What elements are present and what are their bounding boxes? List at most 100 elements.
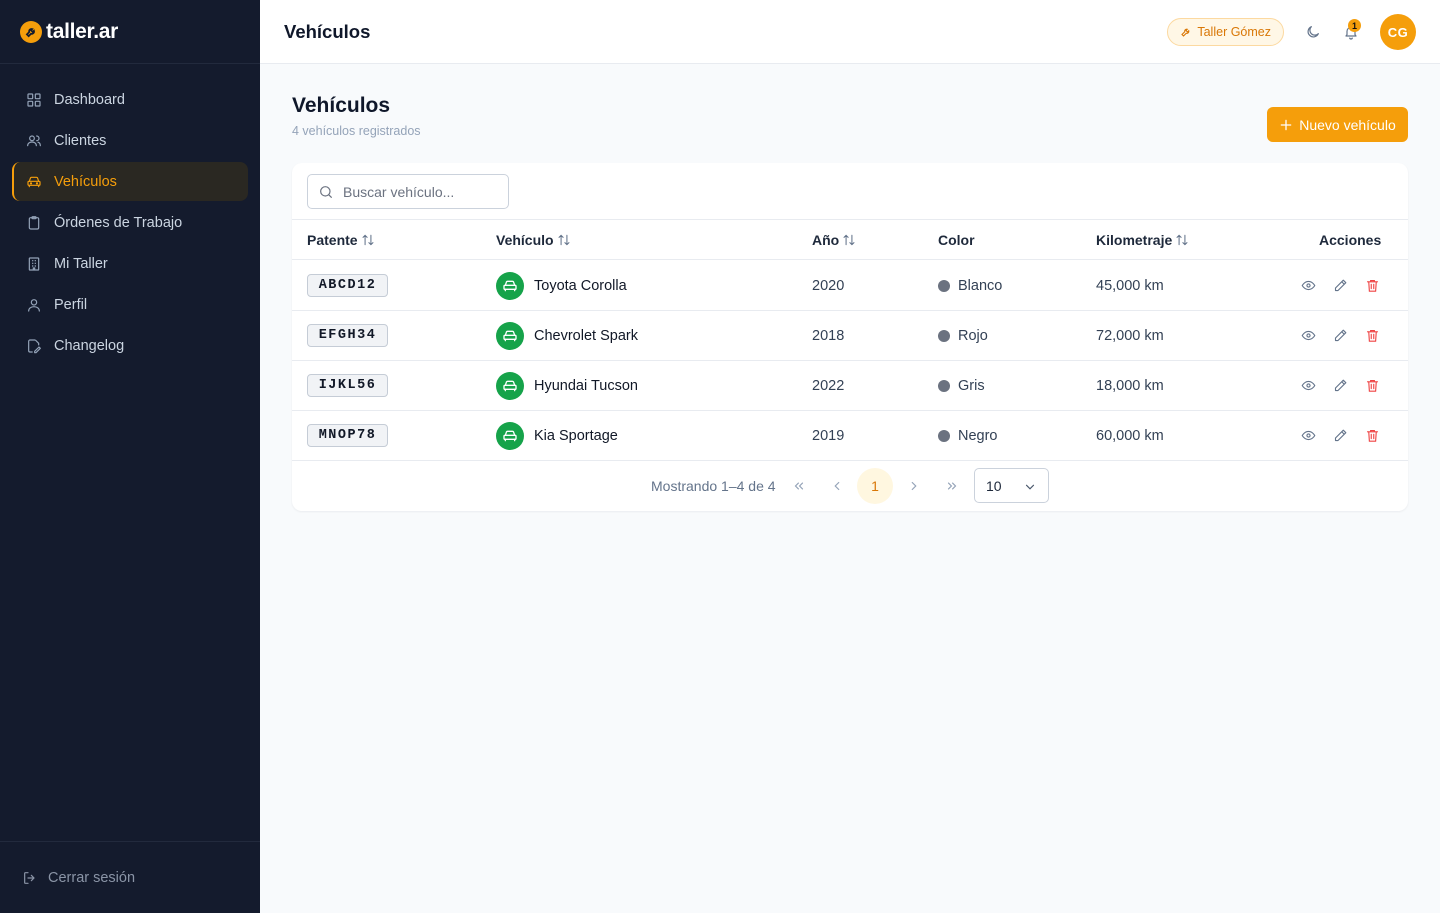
last-page-button[interactable] bbox=[934, 468, 970, 504]
vehicle-color: Gris bbox=[958, 377, 985, 394]
row-actions bbox=[1292, 261, 1388, 310]
sidebar-item-label: Dashboard bbox=[54, 91, 125, 108]
search-box bbox=[307, 174, 509, 209]
eye-icon bbox=[1301, 380, 1315, 391]
logout-icon bbox=[24, 871, 35, 884]
car-icon bbox=[27, 176, 41, 187]
first-page-button[interactable] bbox=[781, 468, 817, 504]
wrench-icon bbox=[1181, 28, 1190, 37]
sidebar-item-dashboard[interactable]: Dashboard bbox=[12, 80, 248, 119]
theme-toggle-button[interactable] bbox=[1298, 17, 1328, 47]
edit-button[interactable] bbox=[1324, 428, 1356, 443]
column-label: Acciones bbox=[1319, 232, 1382, 248]
vehicle-year: 2020 bbox=[812, 277, 845, 294]
sidebar-item-perfil[interactable]: Perfil bbox=[12, 285, 248, 324]
vehicle-year: 2019 bbox=[812, 427, 845, 444]
shop-badge[interactable]: Taller Gómez bbox=[1167, 18, 1284, 46]
page-button-current[interactable]: 1 bbox=[857, 468, 893, 504]
column-label: Año bbox=[812, 232, 840, 248]
delete-button[interactable] bbox=[1356, 328, 1388, 343]
sidebar-item-label: Órdenes de Trabajo bbox=[54, 214, 183, 231]
vehicle-name: Toyota Corolla bbox=[534, 277, 627, 294]
column-label: Vehículo bbox=[496, 232, 554, 248]
sidebar-item-mi-taller[interactable]: Mi Taller bbox=[12, 244, 248, 283]
next-page-button[interactable] bbox=[896, 468, 932, 504]
sort-icon bbox=[1176, 234, 1188, 246]
pencil-icon bbox=[1334, 279, 1346, 292]
edit-button[interactable] bbox=[1324, 378, 1356, 393]
plate-badge: EFGH34 bbox=[307, 324, 388, 347]
vehicles-card: Patente Vehículo Año Color Kilometraje A… bbox=[292, 163, 1408, 511]
sidebar-item-label: Perfil bbox=[54, 296, 88, 313]
eye-icon bbox=[1301, 280, 1315, 291]
column-kilometraje[interactable]: Kilometraje bbox=[1096, 220, 1189, 260]
trash-icon bbox=[1366, 329, 1378, 342]
delete-button[interactable] bbox=[1356, 378, 1388, 393]
pencil-icon bbox=[1334, 429, 1346, 442]
column-anio[interactable]: Año bbox=[812, 220, 856, 260]
color-dot bbox=[938, 279, 950, 292]
column-patente[interactable]: Patente bbox=[307, 220, 375, 260]
topbar-title: Vehículos bbox=[284, 20, 371, 42]
pencil-icon bbox=[1334, 379, 1346, 392]
view-button[interactable] bbox=[1292, 328, 1324, 343]
view-button[interactable] bbox=[1292, 378, 1324, 393]
sidebar-nav: Dashboard Clientes Vehículos Órdenes de … bbox=[0, 64, 260, 383]
sidebar-item-vehiculos[interactable]: Vehículos bbox=[12, 162, 248, 201]
eye-icon bbox=[1301, 330, 1315, 341]
vehicle-year: 2018 bbox=[812, 327, 845, 344]
prev-page-button[interactable] bbox=[819, 468, 855, 504]
car-icon bbox=[496, 271, 524, 300]
column-acciones: Acciones bbox=[1319, 220, 1381, 260]
delete-button[interactable] bbox=[1356, 278, 1388, 293]
edit-button[interactable] bbox=[1324, 278, 1356, 293]
notifications-button[interactable]: 1 bbox=[1336, 17, 1366, 47]
sidebar-item-ordenes[interactable]: Órdenes de Trabajo bbox=[12, 203, 248, 242]
notification-count-badge: 1 bbox=[1348, 19, 1361, 32]
logout-button[interactable]: Cerrar sesión bbox=[0, 841, 260, 913]
moon-icon bbox=[1307, 26, 1319, 38]
chevron-left-icon bbox=[834, 481, 840, 491]
column-label: Kilometraje bbox=[1096, 232, 1173, 248]
new-vehicle-label: Nuevo vehículo bbox=[1299, 116, 1396, 133]
view-button[interactable] bbox=[1292, 428, 1324, 443]
table-header: Patente Vehículo Año Color Kilometraje A… bbox=[292, 219, 1408, 260]
vehicle-km: 60,000 km bbox=[1096, 427, 1164, 444]
grid-icon bbox=[27, 92, 41, 107]
building-icon bbox=[28, 256, 40, 271]
vehicle-name: Hyundai Tucson bbox=[534, 377, 638, 394]
trash-icon bbox=[1366, 279, 1378, 292]
logout-label: Cerrar sesión bbox=[48, 869, 136, 886]
clipboard-icon bbox=[28, 215, 40, 230]
user-icon bbox=[28, 298, 40, 312]
car-icon bbox=[496, 371, 524, 400]
sidebar-item-clientes[interactable]: Clientes bbox=[12, 121, 248, 160]
plate-badge: IJKL56 bbox=[307, 374, 388, 397]
logo[interactable]: taller.ar bbox=[0, 0, 260, 64]
sort-icon bbox=[843, 234, 855, 246]
chevron-right-icon bbox=[911, 481, 917, 491]
delete-button[interactable] bbox=[1356, 428, 1388, 443]
row-actions bbox=[1292, 411, 1388, 460]
column-vehiculo[interactable]: Vehículo bbox=[496, 220, 571, 260]
column-label: Color bbox=[938, 232, 975, 248]
page-size-select[interactable]: 10 bbox=[974, 468, 1049, 503]
sidebar-item-changelog[interactable]: Changelog bbox=[12, 326, 248, 365]
edit-button[interactable] bbox=[1324, 328, 1356, 343]
color-dot bbox=[938, 379, 950, 392]
page-header: Vehículos 4 vehículos registrados bbox=[292, 94, 421, 138]
users-icon bbox=[27, 134, 41, 146]
table-row: IJKL56 Hyundai Tucson 2022 Gris 18,000 k… bbox=[292, 361, 1408, 411]
new-vehicle-button[interactable]: Nuevo vehículo bbox=[1267, 107, 1408, 142]
avatar[interactable]: CG bbox=[1380, 14, 1416, 50]
sidebar-item-label: Clientes bbox=[54, 132, 107, 149]
plate-badge: MNOP78 bbox=[307, 424, 388, 447]
search-input[interactable] bbox=[343, 183, 493, 200]
table-row: MNOP78 Kia Sportage 2019 Negro 60,000 km bbox=[292, 411, 1408, 461]
view-button[interactable] bbox=[1292, 278, 1324, 293]
sidebar-item-label: Vehículos bbox=[54, 173, 117, 190]
page-subtitle: 4 vehículos registrados bbox=[292, 124, 421, 138]
wrench-logo-icon bbox=[20, 20, 42, 43]
vehicle-name: Kia Sportage bbox=[534, 427, 618, 444]
sort-icon bbox=[558, 234, 570, 246]
